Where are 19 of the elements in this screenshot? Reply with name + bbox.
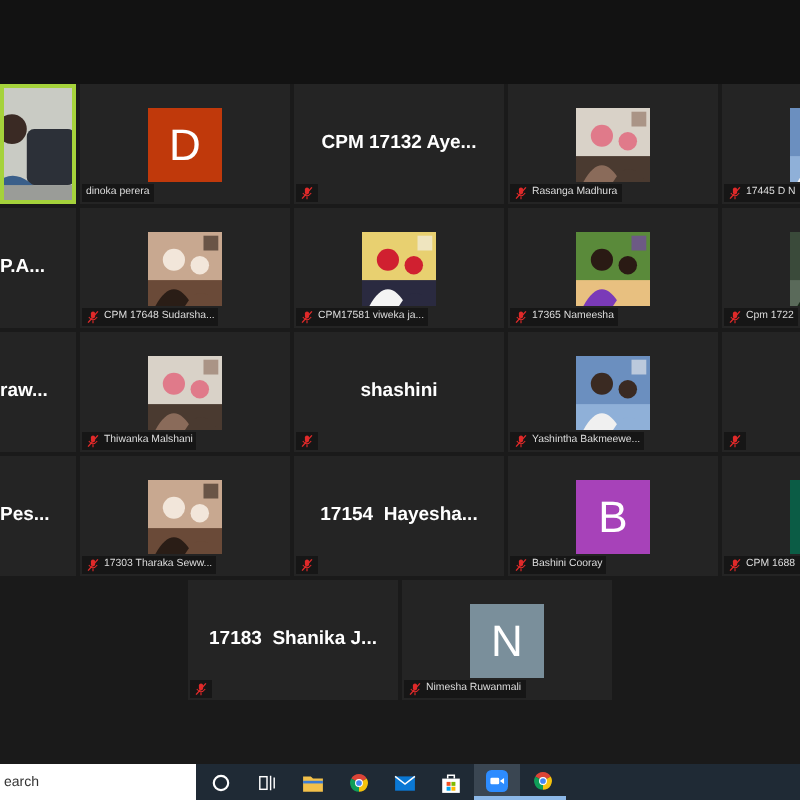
participant-name: Pes... [0,501,50,530]
avatar: D [148,108,222,182]
task-view-icon [258,773,276,791]
participant-name: 17154 Hayesha... [320,501,478,530]
mail-icon [394,771,416,793]
circle-icon [212,773,230,791]
folder-icon [302,771,324,793]
participant-name: raw... [0,377,48,406]
participant-name: P.A... [0,253,46,282]
shopping-bag-icon [440,771,462,793]
participant-name: CPM 17132 Aye... [321,129,477,158]
avatar: B [576,480,650,554]
participant-name: 17183 Shanika J... [209,625,377,654]
avatar: N [470,604,544,678]
taskbar-button[interactable] [474,764,520,800]
participant-name: shashini [360,377,438,406]
video-camera-icon [486,769,508,791]
browser-icon [348,771,370,793]
browser-icon [532,769,554,791]
